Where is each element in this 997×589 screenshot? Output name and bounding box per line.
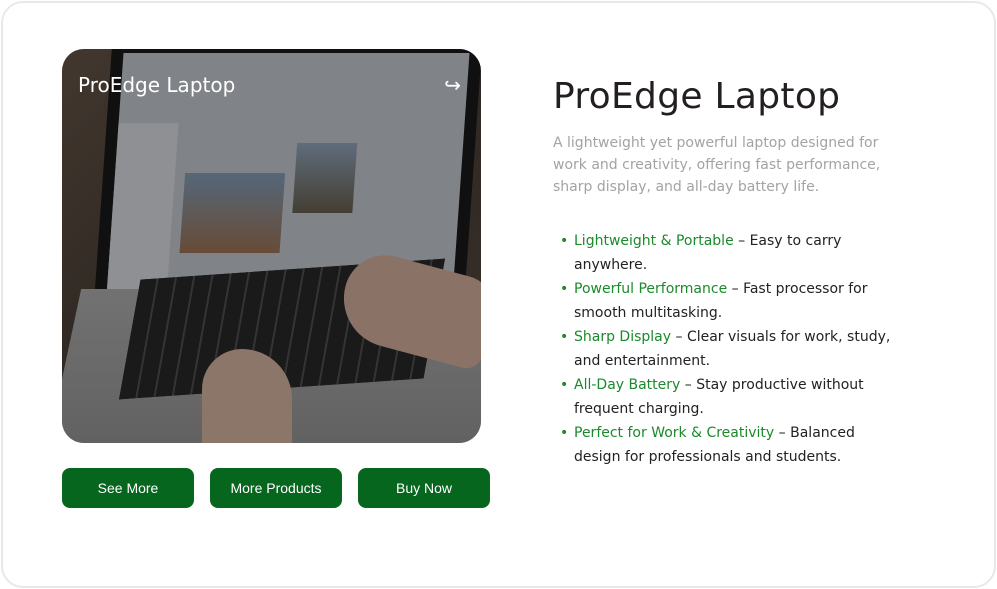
buy-now-button[interactable]: Buy Now	[358, 468, 490, 508]
see-more-button[interactable]: See More	[62, 468, 194, 508]
image-overlay	[62, 49, 481, 443]
list-item: • Lightweight & Portable – Easy to carry …	[560, 233, 842, 273]
product-image[interactable]: ProEdge Laptop ↪	[62, 49, 481, 443]
feature-name: Powerful Performance	[574, 281, 728, 297]
product-description: A lightweight yet powerful laptop design…	[553, 135, 881, 195]
product-title: ProEdge Laptop	[553, 76, 841, 117]
feature-name: All-Day Battery	[574, 377, 681, 393]
list-item: • All-Day Battery – Stay productive witho…	[560, 377, 864, 417]
feature-name: Perfect for Work & Creativity	[574, 425, 775, 441]
list-item: • Perfect for Work & Creativity – Balance…	[560, 425, 855, 465]
list-item: • Sharp Display – Clear visuals for work,…	[560, 329, 891, 369]
share-arrow-icon[interactable]: ↪	[444, 75, 461, 95]
feature-list: • Lightweight & Portable – Easy to carry …	[560, 229, 900, 469]
feature-name: Lightweight & Portable	[574, 233, 734, 249]
list-item: • Powerful Performance – Fast processor f…	[560, 281, 868, 321]
image-caption: ProEdge Laptop	[78, 73, 236, 97]
feature-name: Sharp Display	[574, 329, 672, 345]
more-products-button[interactable]: More Products	[210, 468, 342, 508]
